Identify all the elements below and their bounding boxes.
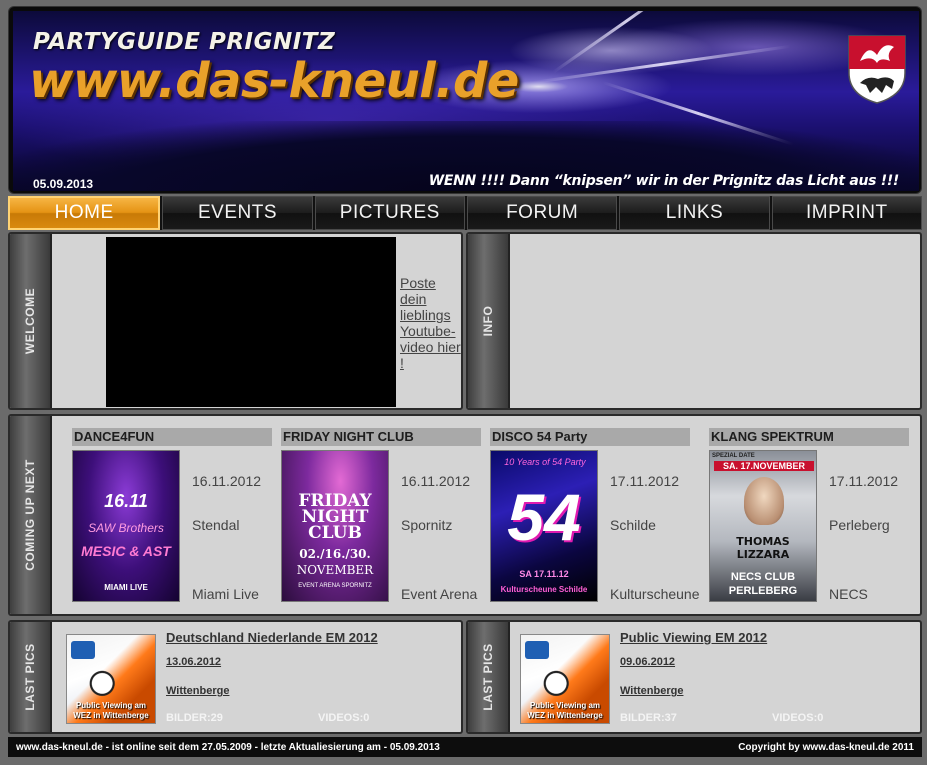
album-title[interactable]: Public Viewing EM 2012	[620, 630, 767, 645]
welcome-panel: WELCOME Poste dein lieblings Youtube-vid…	[8, 232, 463, 410]
album-date[interactable]: 09.06.2012	[620, 656, 675, 668]
main-nav: HOME EVENTS PICTURES FORUM LINKS IMPRINT	[8, 196, 922, 230]
album-video-count: VIDEOS:0	[318, 712, 370, 724]
event-place: Schilde	[610, 517, 656, 533]
event-venue: Miami Live	[192, 586, 259, 602]
event-date: 16.11.2012	[401, 473, 471, 489]
last-pics-side-label: LAST PICS	[468, 622, 510, 732]
event-title[interactable]: DISCO 54 Party	[490, 428, 690, 446]
site-header: PARTYGUIDE PRIGNITZ www.das-kneul.de 05.…	[8, 6, 922, 194]
album-thumbnail[interactable]: Public Viewing am WEZ in Wittenberge	[520, 634, 610, 724]
euro-logo-icon	[525, 641, 549, 659]
header-slogan: WENN !!!! Dann “knipsen” wir in der Prig…	[428, 173, 900, 189]
album-place[interactable]: Wittenberge	[166, 685, 229, 697]
event-place: Spornitz	[401, 517, 453, 533]
album-video-count: VIDEOS:0	[772, 712, 824, 724]
nav-home[interactable]: HOME	[8, 196, 161, 230]
album-thumbnail[interactable]: Public Viewing am WEZ in Wittenberge	[66, 634, 156, 724]
dj-portrait	[744, 477, 784, 525]
event-place: Stendal	[192, 517, 240, 533]
welcome-side-label: WELCOME	[10, 234, 52, 408]
event-date: 16.11.2012	[192, 473, 262, 489]
event-title[interactable]: KLANG SPEKTRUM	[709, 428, 909, 446]
footer-status: www.das-kneul.de - ist online seit dem 2…	[16, 741, 440, 753]
event-flyer[interactable]: 16.11 SAW Brothers MESIC & AST MIAMI LIV…	[72, 450, 180, 602]
light-beam	[532, 44, 791, 84]
info-panel: INFO	[466, 232, 922, 410]
footer-copyright: Copyright by www.das-kneul.de 2011	[738, 741, 914, 753]
event-venue: NECS	[829, 586, 868, 602]
event-card[interactable]: KLANG SPEKTRUM SPEZIAL DATE SA. 17.NOVEM…	[709, 428, 909, 603]
album-place[interactable]: Wittenberge	[620, 685, 683, 697]
post-video-link[interactable]: Poste dein lieblings Youtube-video hier …	[400, 275, 461, 371]
site-logo-title[interactable]: www.das-kneul.de	[29, 53, 519, 109]
nav-forum[interactable]: FORUM	[466, 196, 618, 230]
event-flyer[interactable]: FRIDAY NIGHT CLUB 02./16./30. NOVEMBER E…	[281, 450, 389, 602]
event-venue: Event Arena	[401, 586, 478, 602]
event-title[interactable]: DANCE4FUN	[72, 428, 272, 446]
event-card[interactable]: FRIDAY NIGHT CLUB FRIDAY NIGHT CLUB 02./…	[281, 428, 481, 603]
event-date: 17.11.2012	[610, 473, 680, 489]
info-side-label: INFO	[468, 234, 510, 408]
event-flyer[interactable]: SPEZIAL DATE SA. 17.NOVEMBER THOMAS LIZZ…	[709, 450, 817, 602]
event-flyer[interactable]: 10 Years of 54 Party 54 SA 17.11.12 Kult…	[490, 450, 598, 602]
coming-up-side-label: COMING UP NEXT	[10, 416, 52, 614]
site-subtitle: PARTYGUIDE PRIGNITZ	[33, 29, 336, 55]
nav-pictures[interactable]: PICTURES	[314, 196, 465, 230]
header-date: 05.09.2013	[33, 177, 94, 191]
coming-up-panel: COMING UP NEXT DANCE4FUN 16.11 SAW Broth…	[8, 414, 922, 616]
header-banner: PARTYGUIDE PRIGNITZ www.das-kneul.de 05.…	[13, 11, 919, 191]
nav-events[interactable]: EVENTS	[162, 196, 313, 230]
event-card[interactable]: DANCE4FUN 16.11 SAW Brothers MESIC & AST…	[72, 428, 272, 603]
last-pics-panel: LAST PICS Public Viewing am WEZ in Witte…	[8, 620, 463, 734]
event-title[interactable]: FRIDAY NIGHT CLUB	[281, 428, 481, 446]
event-venue: Kulturscheune	[610, 586, 700, 602]
album-picture-count: BILDER:29	[166, 712, 223, 724]
last-pics-panel: LAST PICS Public Viewing am WEZ in Witte…	[466, 620, 922, 734]
event-date: 17.11.2012	[829, 473, 899, 489]
light-beam	[552, 11, 702, 74]
album-title[interactable]: Deutschland Niederlande EM 2012	[166, 630, 378, 645]
video-player[interactable]	[106, 237, 396, 407]
coat-of-arms-icon	[848, 35, 906, 104]
euro-logo-icon	[71, 641, 95, 659]
album-picture-count: BILDER:37	[620, 712, 677, 724]
nav-imprint[interactable]: IMPRINT	[771, 196, 922, 230]
event-card[interactable]: DISCO 54 Party 10 Years of 54 Party 54 S…	[490, 428, 700, 603]
last-pics-side-label: LAST PICS	[10, 622, 52, 732]
album-date[interactable]: 13.06.2012	[166, 656, 221, 668]
event-place: Perleberg	[829, 517, 890, 533]
nav-links[interactable]: LINKS	[619, 196, 770, 230]
site-footer: www.das-kneul.de - ist online seit dem 2…	[8, 737, 922, 757]
